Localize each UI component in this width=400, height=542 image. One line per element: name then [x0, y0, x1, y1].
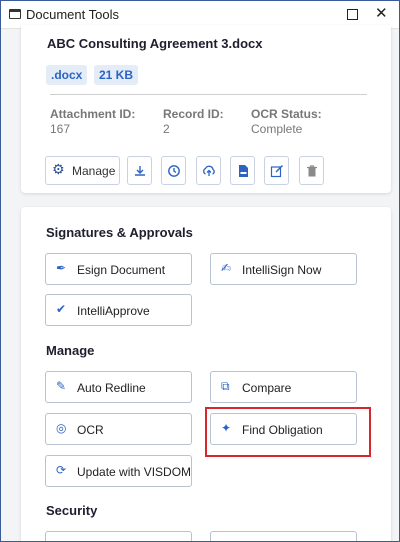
- window-icon: [9, 9, 21, 19]
- ocr-button[interactable]: ◎ OCR: [45, 413, 192, 445]
- intelliapprove-button[interactable]: ✔ IntelliApprove: [45, 294, 192, 326]
- update-visdom-label: Update with VISDOM: [77, 465, 192, 479]
- record-id-label: Record ID:: [163, 107, 224, 121]
- compare-button[interactable]: ⧉ Compare: [210, 371, 357, 403]
- download-icon: [133, 164, 147, 178]
- doc-icon: [236, 164, 250, 178]
- auto-redline-label: Auto Redline: [77, 381, 146, 395]
- file-size-badge: 21 KB: [94, 65, 139, 85]
- ocr-status-label: OCR Status:: [251, 107, 322, 121]
- security-section-title: Security: [46, 503, 98, 518]
- maximize-button[interactable]: [347, 9, 358, 20]
- attachment-id-label: Attachment ID:: [50, 107, 136, 121]
- upload-button[interactable]: [196, 156, 221, 185]
- record-id-value: 2: [163, 122, 170, 136]
- ocr-status-value: Complete: [251, 122, 303, 136]
- window-title: Document Tools: [26, 7, 119, 22]
- signature-icon: ✍: [221, 261, 232, 275]
- attachment-id-value: 167: [50, 122, 71, 136]
- history-icon: [167, 164, 181, 178]
- esign-document-label: Esign Document: [77, 263, 166, 277]
- upload-icon: [202, 164, 216, 178]
- ocr-scan-icon: ◎: [56, 421, 67, 435]
- signatures-section-title: Signatures & Approvals: [46, 225, 193, 240]
- divider: [50, 94, 367, 95]
- security-action-button-1[interactable]: [45, 531, 192, 541]
- ocr-label: OCR: [77, 423, 104, 437]
- file-name: ABC Consulting Agreement 3.docx: [47, 36, 263, 51]
- actions-card: Signatures & Approvals ✒ Esign Document …: [21, 207, 391, 541]
- update-visdom-button[interactable]: ⟳ Update with VISDOM: [45, 455, 192, 487]
- file-extension-badge: .docx: [46, 65, 88, 85]
- compare-label: Compare: [242, 381, 292, 395]
- compare-icon: ⧉: [221, 379, 230, 393]
- manage-button[interactable]: ⚙ Manage: [45, 156, 120, 185]
- download-button[interactable]: [127, 156, 152, 185]
- trash-icon: [305, 164, 319, 178]
- manage-button-label: Manage: [72, 164, 116, 178]
- approve-check-icon: ✔: [56, 302, 67, 316]
- doc-button[interactable]: [230, 156, 255, 185]
- document-tools-window: Document Tools ✕ ABC Consulting Agreemen…: [0, 0, 400, 542]
- intelliapprove-label: IntelliApprove: [77, 304, 150, 318]
- intellisign-now-button[interactable]: ✍ IntelliSign Now: [210, 253, 357, 285]
- manage-section-title: Manage: [46, 343, 95, 358]
- history-button[interactable]: [161, 156, 186, 185]
- edit-button[interactable]: [264, 156, 289, 185]
- auto-redline-button[interactable]: ✎ Auto Redline: [45, 371, 192, 403]
- close-button[interactable]: ✕: [375, 4, 388, 22]
- delete-button[interactable]: [299, 156, 324, 185]
- intellisign-now-label: IntelliSign Now: [242, 263, 322, 277]
- pen-icon: ✒: [56, 261, 67, 275]
- find-obligation-highlight: [205, 407, 371, 457]
- edit-icon: [270, 164, 284, 178]
- security-action-button-2[interactable]: [210, 531, 357, 541]
- file-info-card: ABC Consulting Agreement 3.docx .docx 21…: [21, 25, 391, 193]
- redline-icon: ✎: [56, 379, 67, 393]
- esign-document-button[interactable]: ✒ Esign Document: [45, 253, 192, 285]
- gear-icon: ⚙: [52, 162, 65, 178]
- sync-icon: ⟳: [56, 463, 67, 477]
